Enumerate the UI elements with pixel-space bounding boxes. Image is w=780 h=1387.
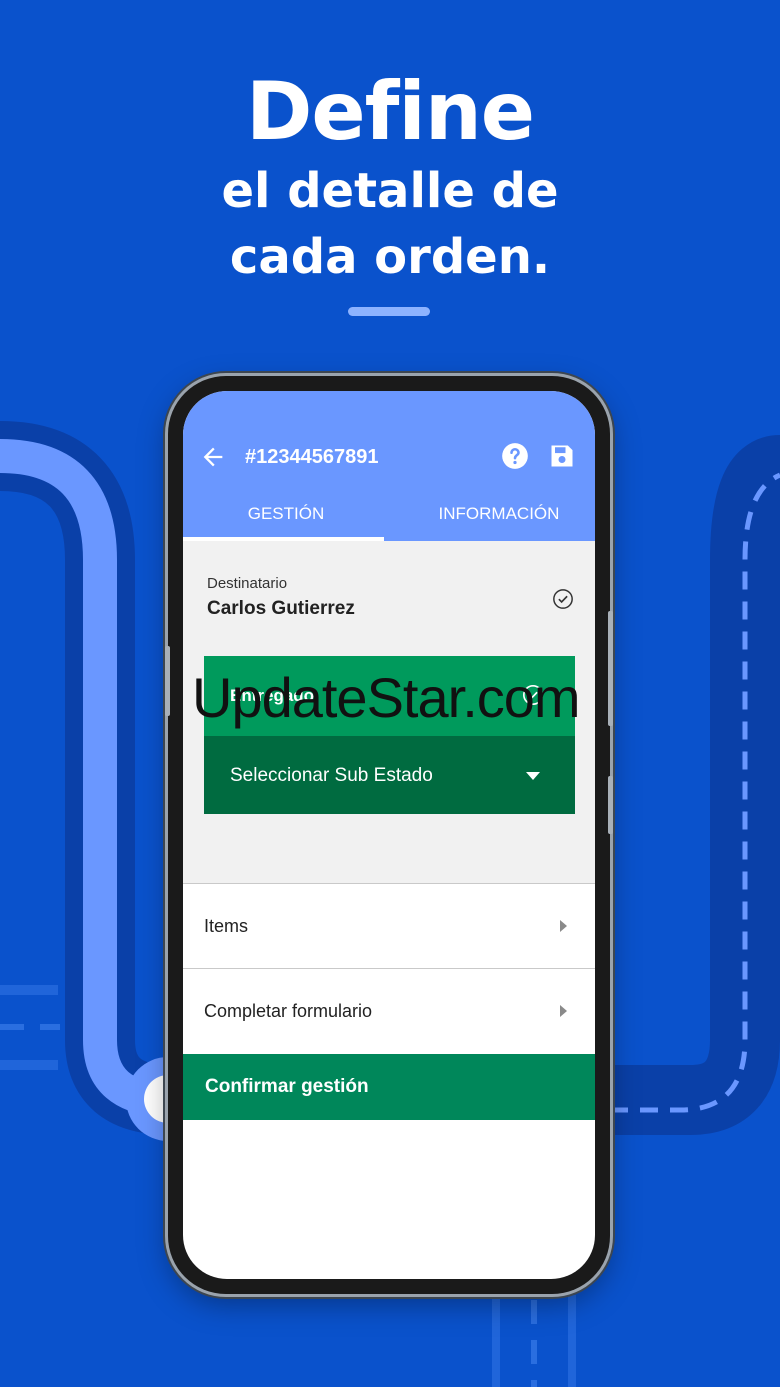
phone-screen: #12344567891 GESTIÓN INFORMACIÓN Destina…: [183, 391, 595, 1279]
confirm-management-label: Confirmar gestión: [205, 1076, 369, 1097]
items-row[interactable]: Items: [183, 883, 595, 968]
substate-select-value: Seleccionar Sub Estado: [230, 765, 433, 786]
phone-side-button: [608, 776, 613, 834]
phone-side-button: [165, 646, 170, 716]
arrow-left-icon[interactable]: [199, 443, 227, 471]
complete-form-row[interactable]: Completar formulario: [183, 968, 595, 1053]
order-title: #12344567891: [245, 446, 379, 468]
watermark-text: UpdateStar.com: [192, 666, 581, 729]
caret-down-icon: [526, 772, 540, 780]
headline-line-2: el detalle de: [221, 163, 559, 219]
tab-gestion[interactable]: GESTIÓN: [183, 503, 389, 541]
recipient-name: Carlos Gutierrez: [207, 598, 355, 619]
check-circle-icon: [553, 589, 573, 609]
recipient-label: Destinatario: [207, 575, 288, 592]
complete-form-row-label: Completar formulario: [204, 1001, 373, 1021]
items-row-label: Items: [204, 916, 249, 936]
phone-frame: #12344567891 GESTIÓN INFORMACIÓN Destina…: [165, 376, 613, 1294]
headline: Define el detalle de cada orden.: [0, 66, 780, 290]
phone-side-button: [608, 611, 613, 726]
app-bar: #12344567891 GESTIÓN INFORMACIÓN: [183, 391, 595, 542]
confirm-management-button[interactable]: Confirmar gestión: [183, 1054, 595, 1120]
tab-informacion[interactable]: INFORMACIÓN: [389, 503, 595, 541]
chevron-right-icon: [560, 920, 567, 932]
headline-line-3: cada orden.: [229, 229, 551, 285]
chevron-right-icon: [560, 1005, 567, 1017]
substate-select[interactable]: Seleccionar Sub Estado: [204, 736, 575, 814]
floppy-disk-icon[interactable]: [548, 442, 576, 470]
help-circle-icon[interactable]: [501, 442, 529, 470]
headline-line-1: Define: [245, 65, 535, 158]
headline-divider: [348, 307, 430, 316]
